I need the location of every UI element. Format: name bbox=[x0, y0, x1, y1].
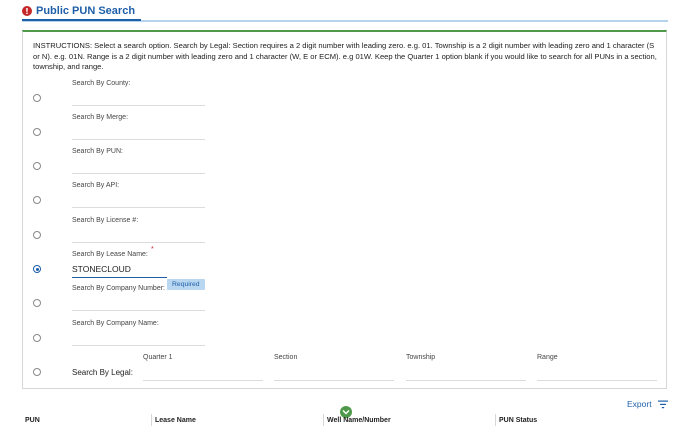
radio-merge[interactable] bbox=[33, 128, 41, 136]
quarter1-label: Quarter 1 bbox=[143, 354, 173, 361]
radio-legal[interactable] bbox=[33, 368, 41, 376]
radio-lease-name[interactable] bbox=[33, 265, 41, 273]
range-input[interactable] bbox=[537, 380, 657, 381]
column-divider bbox=[495, 414, 496, 426]
lease-name-label: Search By Lease Name: bbox=[72, 251, 148, 258]
company-number-label: Search By Company Number: bbox=[72, 285, 165, 292]
column-divider bbox=[151, 414, 152, 426]
legal-label: Search By Legal: bbox=[72, 368, 133, 377]
merge-input[interactable] bbox=[72, 139, 205, 140]
company-name-input[interactable] bbox=[72, 345, 205, 346]
lease-name-input[interactable]: STONECLOUD bbox=[72, 264, 131, 274]
required-mark: * bbox=[151, 246, 154, 253]
radio-api[interactable] bbox=[33, 196, 41, 204]
radio-county[interactable] bbox=[33, 94, 41, 102]
section-input[interactable] bbox=[274, 380, 394, 381]
results-table-header: PUN Lease Name Well Name/Number PUN Stat… bbox=[22, 412, 668, 426]
required-badge: Required bbox=[167, 279, 205, 290]
column-divider bbox=[323, 414, 324, 426]
radio-license[interactable] bbox=[33, 231, 41, 239]
radio-company-number[interactable] bbox=[33, 299, 41, 307]
tab-label: Public PUN Search bbox=[36, 5, 136, 17]
pun-input[interactable] bbox=[72, 173, 205, 174]
range-label: Range bbox=[537, 354, 558, 361]
license-input[interactable] bbox=[72, 242, 205, 243]
pun-label: Search By PUN: bbox=[72, 148, 123, 155]
company-name-label: Search By Company Name: bbox=[72, 320, 159, 327]
merge-label: Search By Merge: bbox=[72, 114, 129, 121]
lease-name-underline bbox=[72, 277, 167, 278]
tab-public-pun-search[interactable]: ! Public PUN Search bbox=[22, 3, 142, 21]
township-label: Township bbox=[406, 354, 436, 361]
alert-circle-icon: ! bbox=[22, 6, 32, 16]
search-panel: INSTRUCTIONS: Select a search option. Se… bbox=[22, 30, 667, 389]
api-label: Search By API: bbox=[72, 182, 120, 189]
county-input[interactable] bbox=[72, 105, 205, 106]
license-label: Search By License #: bbox=[72, 217, 139, 224]
radio-pun[interactable] bbox=[33, 162, 41, 170]
company-number-input[interactable] bbox=[72, 310, 205, 311]
county-label: Search By County: bbox=[72, 80, 131, 87]
quarter1-input[interactable] bbox=[143, 380, 263, 381]
tab-bar: ! Public PUN Search bbox=[22, 0, 668, 22]
radio-company-name[interactable] bbox=[33, 334, 41, 342]
section-label: Section bbox=[274, 354, 298, 361]
township-input[interactable] bbox=[406, 380, 526, 381]
filter-icon[interactable] bbox=[658, 400, 668, 409]
api-input[interactable] bbox=[72, 207, 205, 208]
export-button[interactable]: Export bbox=[627, 399, 652, 409]
instructions-text: INSTRUCTIONS: Select a search option. Se… bbox=[33, 41, 657, 71]
